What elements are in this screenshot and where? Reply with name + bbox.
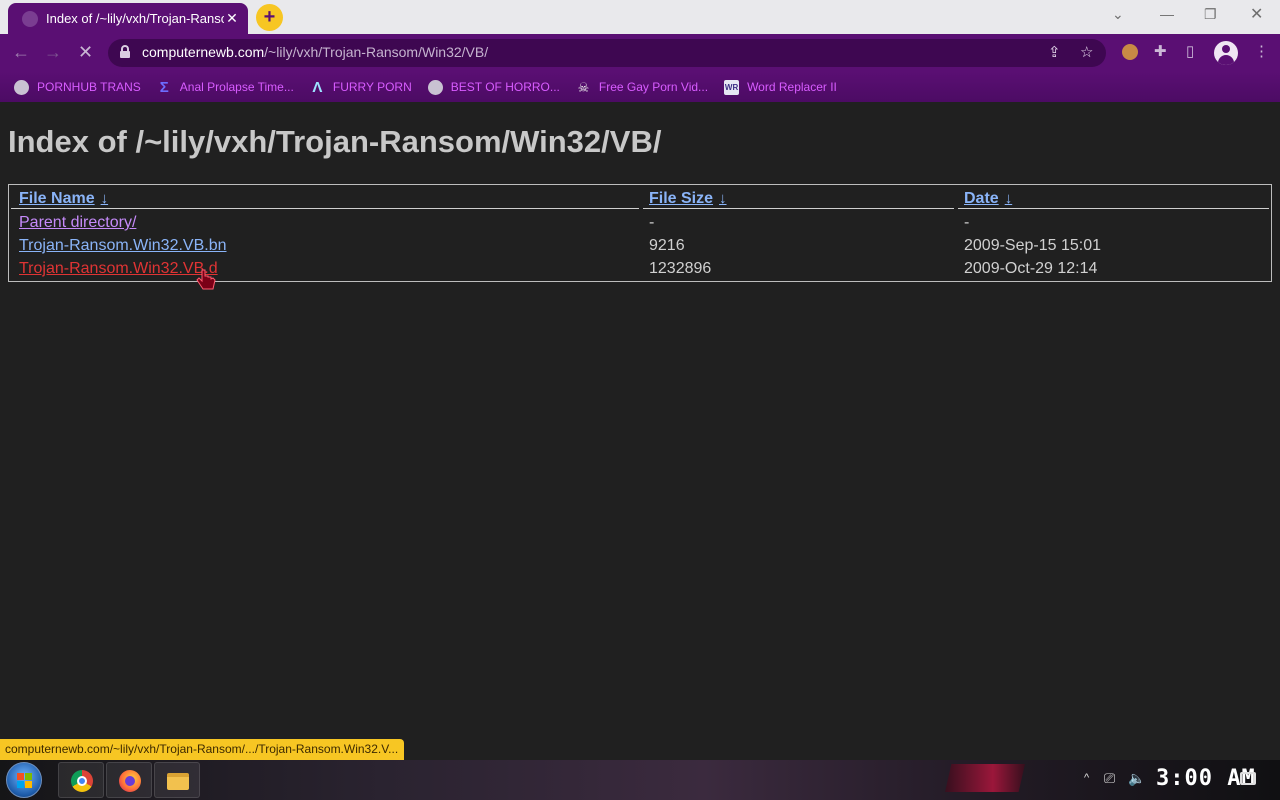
wr-icon: WR	[724, 79, 740, 95]
action-center-icon[interactable]	[1240, 772, 1256, 785]
bookmark-item[interactable]: Σ Anal Prolapse Time...	[157, 80, 294, 95]
file-size-cell: -	[649, 214, 655, 231]
link-status-bubble: computernewb.com/~lily/vxh/Trojan-Ransom…	[0, 739, 405, 760]
sort-arrow-icon[interactable]: ↓	[1005, 190, 1013, 207]
firefox-icon	[119, 770, 141, 792]
stop-loading-icon[interactable]: ✕	[78, 42, 93, 63]
tab-search-icon[interactable]: ⌄	[1112, 6, 1124, 23]
show-hidden-icons-chevron-icon[interactable]: ^	[1084, 772, 1089, 784]
taskbar-firefox-button[interactable]	[106, 762, 152, 798]
profile-avatar-icon[interactable]	[1214, 41, 1238, 65]
bookmark-item[interactable]: PORNHUB TRANS	[14, 79, 141, 95]
volume-icon[interactable]: 🔈	[1128, 770, 1145, 787]
page-content: Index of /~lily/vxh/Trojan-Ransom/Win32/…	[0, 102, 1280, 760]
sort-by-size-link[interactable]: File Size	[649, 190, 713, 207]
url-path: /~lily/vxh/Trojan-Ransom/Win32/VB/	[264, 44, 489, 60]
bookmark-item[interactable]: ☠ Free Gay Porn Vid...	[576, 79, 709, 95]
file-explorer-icon	[167, 773, 189, 790]
column-header-name[interactable]: File Name ↓	[19, 190, 108, 208]
window-close-icon[interactable]: ✕	[1250, 4, 1263, 24]
file-link[interactable]: Trojan-Ransom.Win32.VB.bn	[19, 237, 227, 255]
chrome-icon	[71, 770, 93, 792]
new-tab-button[interactable]: +	[256, 4, 283, 31]
tab-close-icon[interactable]: ✕	[224, 10, 240, 27]
sort-arrow-icon[interactable]: ↓	[101, 190, 109, 207]
tab-title: Index of /~lily/vxh/Trojan-Ransom/Win32/…	[46, 11, 224, 26]
bookmark-label: BEST OF HORRO...	[450, 80, 560, 94]
minimize-icon[interactable]: —	[1160, 6, 1174, 22]
bookmark-label: Word Replacer II	[747, 80, 837, 94]
sigma-icon: Σ	[159, 78, 169, 96]
file-link[interactable]: Trojan-Ransom.Win32.VB.d	[19, 260, 218, 278]
side-panel-icon[interactable]: ▯	[1186, 42, 1194, 60]
browser-tab[interactable]: Index of /~lily/vxh/Trojan-Ransom/Win32/…	[8, 3, 248, 34]
file-size-cell: 1232896	[649, 260, 712, 277]
file-date-cell: 2009-Oct-29 12:14	[964, 260, 1098, 277]
bookmark-item[interactable]: BEST OF HORRO...	[427, 79, 560, 95]
tab-strip: Index of /~lily/vxh/Trojan-Ransom/Win32/…	[0, 0, 1280, 34]
windows-logo-icon	[17, 773, 32, 788]
column-header-size[interactable]: File Size ↓	[649, 190, 727, 208]
sort-by-name-link[interactable]: File Name	[19, 190, 95, 207]
kebab-menu-icon[interactable]: ⋮	[1254, 42, 1269, 60]
extension-avatar-icon[interactable]	[1122, 44, 1138, 60]
skull-icon: ☠	[577, 79, 590, 95]
browser-toolbar: ← → ✕ computernewb.com/~lily/vxh/Trojan-…	[0, 34, 1280, 72]
bookmark-label: FURRY PORN	[332, 80, 412, 94]
network-icon[interactable]: ⎚	[1104, 770, 1115, 787]
file-date-cell: 2009-Sep-15 15:01	[964, 237, 1101, 254]
bookmarks-bar: PORNHUB TRANS Σ Anal Prolapse Time... Λ …	[0, 72, 1280, 102]
windows-taskbar: ^ ⎚ 🔈 3:00 AM	[0, 760, 1280, 800]
bookmark-star-icon[interactable]: ☆	[1080, 43, 1093, 61]
column-header-date[interactable]: Date ↓	[964, 190, 1012, 208]
file-link-parent-directory[interactable]: Parent directory/	[19, 214, 136, 232]
bookmark-item[interactable]: Λ FURRY PORN	[310, 78, 412, 96]
file-size-cell: 9216	[649, 237, 685, 254]
sort-arrow-icon[interactable]: ↓	[719, 190, 727, 207]
sort-by-date-link[interactable]: Date	[964, 190, 999, 207]
forward-arrow-icon[interactable]: →	[44, 42, 62, 63]
taskbar-explorer-button[interactable]	[154, 762, 200, 798]
bookmark-label: Free Gay Porn Vid...	[598, 80, 709, 94]
restore-icon[interactable]: ❐	[1204, 6, 1217, 23]
page-title: Index of /~lily/vxh/Trojan-Ransom/Win32/…	[8, 124, 662, 159]
lambda-icon: Λ	[312, 78, 323, 96]
hand-cursor-icon	[196, 269, 216, 290]
header-divider	[643, 208, 954, 209]
header-divider	[11, 208, 639, 209]
file-date-cell: -	[964, 214, 970, 231]
tab-favicon-icon	[22, 10, 38, 27]
globe-icon	[427, 79, 443, 95]
back-arrow-icon[interactable]: ←	[12, 42, 30, 63]
address-bar[interactable]: computernewb.com/~lily/vxh/Trojan-Ransom…	[108, 39, 1106, 67]
globe-icon	[14, 79, 29, 95]
bookmark-label: Anal Prolapse Time...	[179, 80, 294, 94]
url-text[interactable]: computernewb.com/~lily/vxh/Trojan-Ransom…	[142, 44, 488, 60]
start-button[interactable]	[6, 762, 42, 798]
extensions-puzzle-icon[interactable]: ✚	[1154, 42, 1167, 60]
bookmark-label: PORNHUB TRANS	[37, 80, 141, 94]
taskbar-decoration	[945, 764, 1025, 792]
url-domain: computernewb.com	[142, 44, 265, 60]
bookmark-item[interactable]: WR Word Replacer II	[724, 79, 837, 95]
share-icon[interactable]: ⇪	[1048, 43, 1061, 61]
lock-icon[interactable]	[120, 45, 130, 58]
taskbar-chrome-button[interactable]	[58, 762, 104, 798]
header-divider	[958, 208, 1269, 209]
